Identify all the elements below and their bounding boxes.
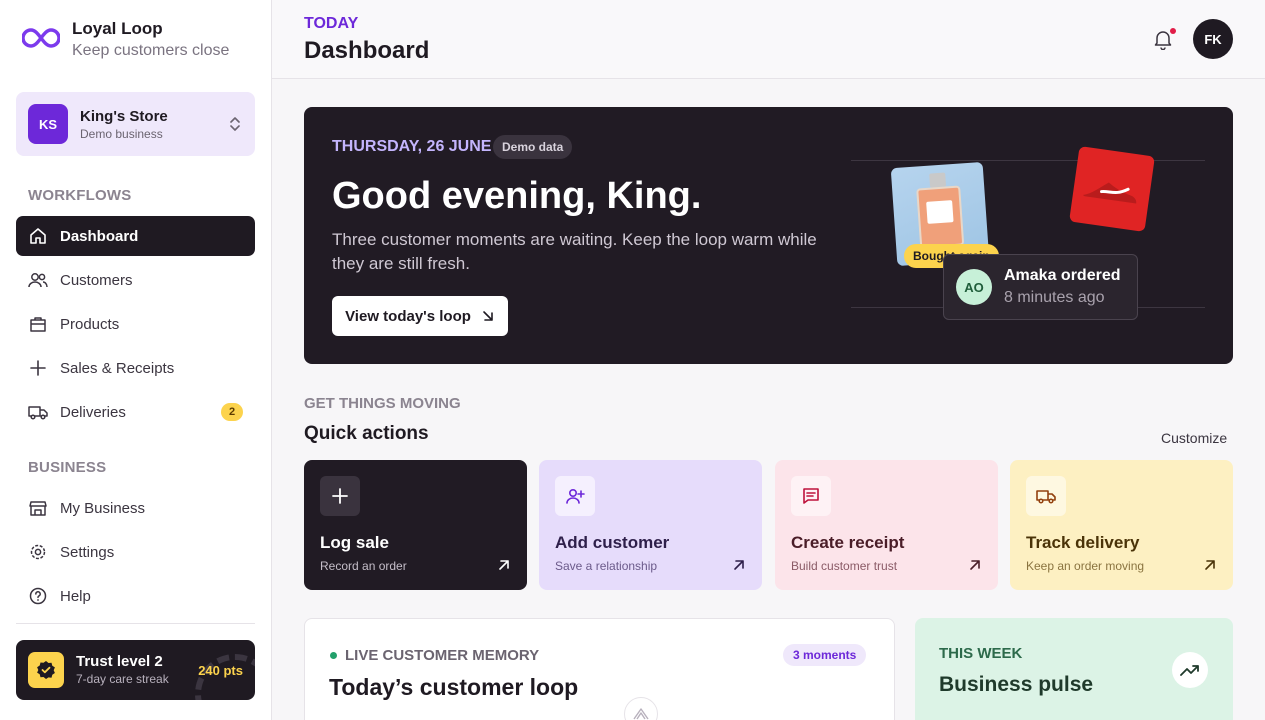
trust-title: Trust level 2 [76, 653, 163, 670]
sidebar-item-label: Customers [60, 271, 133, 289]
hero-subtitle: Three customer moments are waiting. Keep… [332, 230, 817, 273]
gear-icon [28, 542, 48, 562]
customer-memory-card: LIVE CUSTOMER MEMORY Today’s customer lo… [304, 618, 895, 720]
header-eyebrow: TODAY [304, 15, 359, 32]
notifications-button[interactable] [1152, 28, 1176, 52]
store-icon [28, 498, 48, 518]
page-title: Dashboard [304, 37, 430, 64]
sidebar-item-label: Deliveries [60, 403, 126, 421]
qa-label: Track delivery [1026, 533, 1140, 552]
business-pulse-card[interactable]: THIS WEEK Business pulse [915, 618, 1233, 720]
plus-icon [320, 476, 360, 516]
sidebar-item-customers[interactable]: Customers [16, 260, 255, 300]
live-indicator-dot [330, 652, 337, 659]
store-switcher[interactable]: KS King's Store Demo business [16, 92, 255, 156]
receipt-icon [791, 476, 831, 516]
pulse-title: Business pulse [939, 673, 1094, 696]
sidebar-item-my-business[interactable]: My Business [16, 488, 255, 528]
top-header: TODAY Dashboard FK [272, 0, 1265, 79]
track-delivery-card[interactable]: Track delivery Keep an order moving [1010, 460, 1233, 590]
sidebar-divider [16, 623, 255, 624]
store-avatar: KS [28, 104, 68, 144]
hero-banner: THURSDAY, 26 JUNE Demo data Good evening… [304, 107, 1233, 364]
help-icon [28, 586, 48, 606]
sidebar-item-help[interactable]: Help [16, 576, 255, 616]
moments-count-badge: 3 moments [783, 644, 867, 666]
badge-check-icon [28, 652, 64, 688]
qa-label: Log sale [320, 533, 389, 552]
truck-icon [28, 402, 48, 422]
store-subtitle: Demo business [80, 126, 163, 141]
sneaker-product-image [1069, 146, 1155, 232]
qa-label: Add customer [555, 533, 670, 552]
hero-date: THURSDAY, 26 JUNE [332, 138, 492, 155]
order-time: 8 minutes ago [1004, 289, 1105, 306]
view-todays-loop-button[interactable]: View today's loop [332, 296, 508, 336]
sidebar-item-sales-receipts[interactable]: Sales & Receipts [16, 348, 255, 388]
trust-points: 240 pts [198, 662, 243, 678]
business-heading: BUSINESS [28, 459, 107, 476]
user-plus-icon [555, 476, 595, 516]
log-sale-card[interactable]: Log sale Record an order [304, 460, 527, 590]
bag-icon [28, 314, 48, 334]
sidebar: Loyal Loop Keep customers close KS King'… [0, 0, 272, 720]
sidebar-item-label: Products [60, 315, 120, 333]
brand[interactable]: Loyal Loop Keep customers close [22, 18, 229, 62]
sidebar-item-label: Sales & Receipts [60, 359, 175, 377]
qa-subtitle: Build customer trust [791, 559, 898, 573]
quick-actions-title: Quick actions [304, 423, 429, 444]
qa-subtitle: Save a relationship [555, 559, 658, 573]
qa-subtitle: Keep an order moving [1026, 559, 1145, 573]
workflows-heading: WORKFLOWS [28, 187, 132, 204]
users-icon [28, 270, 48, 290]
sidebar-item-label: Settings [60, 543, 115, 561]
home-icon [28, 226, 48, 246]
demo-data-chip: Demo data [493, 135, 573, 159]
quick-actions-eyebrow: GET THINGS MOVING [304, 395, 461, 412]
button-label: View today's loop [345, 307, 471, 325]
chevron-updown-icon [230, 117, 240, 131]
sidebar-item-label: Dashboard [60, 227, 139, 245]
arrow-up-right-icon [499, 560, 509, 570]
arrow-up-right-icon [970, 560, 980, 570]
customer-avatar: AO [956, 269, 992, 305]
sidebar-item-label: My Business [60, 499, 146, 517]
deliveries-count-badge: 2 [221, 403, 243, 421]
customize-link[interactable]: Customize [1161, 430, 1227, 446]
sidebar-item-label: Help [60, 587, 91, 605]
store-name: King's Store [80, 107, 168, 125]
memory-eyebrow: LIVE CUSTOMER MEMORY [345, 647, 540, 664]
truck-icon [1026, 476, 1066, 516]
notification-dot [1170, 28, 1176, 34]
pulse-eyebrow: THIS WEEK [939, 645, 1023, 662]
user-avatar[interactable]: FK [1193, 19, 1233, 59]
brand-name: Loyal Loop [72, 19, 163, 38]
memory-title: Today’s customer loop [329, 674, 579, 700]
recent-order-card[interactable]: AO Amaka ordered 8 minutes ago [943, 254, 1138, 320]
qa-subtitle: Record an order [320, 559, 407, 573]
sidebar-item-products[interactable]: Products [16, 304, 255, 344]
infinity-logo-icon [22, 18, 60, 58]
arrow-up-right-icon [1205, 560, 1215, 570]
add-customer-card[interactable]: Add customer Save a relationship [539, 460, 762, 590]
trust-level-card[interactable]: Trust level 2 7-day care streak 240 pts [16, 640, 255, 700]
brand-tagline: Keep customers close [72, 42, 230, 59]
arrow-up-right-icon [734, 560, 744, 570]
loader-icon [624, 697, 658, 720]
qa-label: Create receipt [791, 533, 905, 552]
trending-up-icon [1172, 652, 1208, 688]
sidebar-item-deliveries[interactable]: Deliveries 2 [16, 392, 255, 432]
arrow-down-right-icon [483, 311, 493, 321]
trust-subtitle: 7-day care streak [76, 672, 169, 686]
create-receipt-card[interactable]: Create receipt Build customer trust [775, 460, 998, 590]
order-title: Amaka ordered [1004, 267, 1121, 284]
sidebar-item-settings[interactable]: Settings [16, 532, 255, 572]
plus-icon [28, 358, 48, 378]
sidebar-item-dashboard[interactable]: Dashboard [16, 216, 255, 256]
hero-greeting: Good evening, King. [332, 175, 702, 217]
